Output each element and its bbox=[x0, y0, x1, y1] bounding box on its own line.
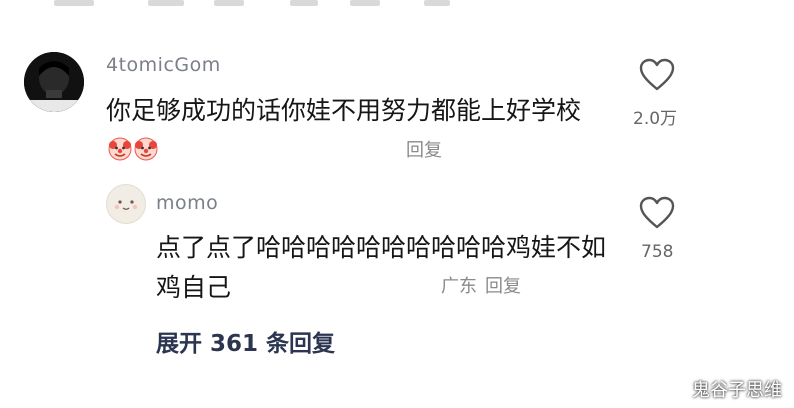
top-cropped-band bbox=[0, 0, 794, 14]
heart-outline-icon[interactable] bbox=[638, 58, 676, 92]
reply-meta: 广东 回复 bbox=[441, 272, 529, 298]
watermark: 鬼谷子思维 bbox=[692, 380, 782, 401]
reply-button[interactable]: 回复 bbox=[406, 136, 442, 162]
like-count: 2.0万 bbox=[633, 109, 678, 129]
heart-outline-icon[interactable] bbox=[638, 196, 676, 230]
clown-face-icon bbox=[108, 137, 132, 161]
avatar[interactable] bbox=[106, 184, 146, 224]
reply-username[interactable]: momo bbox=[156, 192, 218, 214]
like-count: 758 bbox=[641, 242, 674, 262]
clown-face-icon bbox=[134, 137, 158, 161]
user-photo-icon bbox=[24, 52, 84, 112]
avatar[interactable] bbox=[24, 52, 84, 112]
comment-text: 你足够成功的话你娃不用努力都能上好学校 bbox=[106, 92, 606, 168]
expand-replies-button[interactable]: 展开 361 条回复 bbox=[156, 324, 335, 358]
comment-username[interactable]: 4tomicGom bbox=[106, 54, 221, 76]
reply-location: 广东 bbox=[441, 276, 477, 297]
reply-button[interactable]: 回复 bbox=[485, 276, 521, 297]
cartoon-face-icon bbox=[114, 200, 138, 210]
reply-text: 点了点了哈哈哈哈哈哈哈哈哈哈鸡娃不如鸡自己 bbox=[156, 233, 607, 302]
